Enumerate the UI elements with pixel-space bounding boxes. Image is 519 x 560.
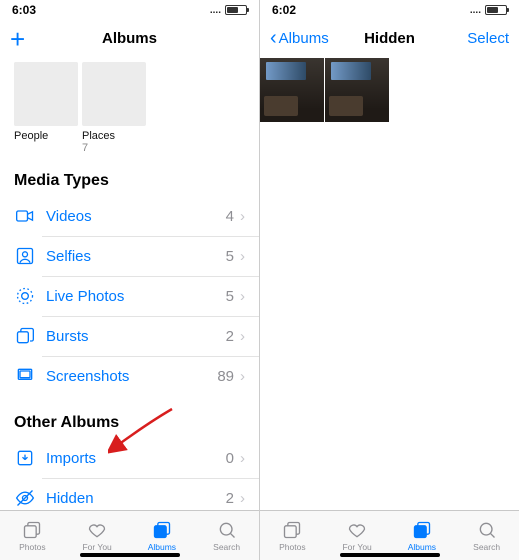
row-hidden[interactable]: Hidden 2 › <box>0 478 259 510</box>
tab-photos[interactable]: Photos <box>0 511 65 560</box>
home-indicator <box>340 553 440 557</box>
status-bar: 6:03 .... <box>0 0 259 20</box>
row-count: 4 <box>226 208 234 225</box>
tab-search[interactable]: Search <box>454 511 519 560</box>
nav-title: Hidden <box>330 30 449 47</box>
row-label: Imports <box>46 450 226 467</box>
row-selfies[interactable]: Selfies 5 › <box>0 236 259 276</box>
battery-icon <box>485 5 507 15</box>
tab-label: Photos <box>19 542 45 552</box>
tab-photos[interactable]: Photos <box>260 511 325 560</box>
row-label: Selfies <box>46 248 226 265</box>
tab-label: Search <box>213 542 240 552</box>
row-screenshots[interactable]: Screenshots 89 › <box>0 356 259 396</box>
screenshots-icon <box>14 365 36 387</box>
chevron-right-icon: › <box>240 450 245 467</box>
chevron-left-icon: ‹ <box>270 27 277 50</box>
phone-right: 6:02 .... ‹ Albums Hidden Select <box>260 0 519 560</box>
selfie-icon <box>14 245 36 267</box>
row-count: 5 <box>226 288 234 305</box>
album-count: 7 <box>82 142 146 154</box>
phone-left: 6:03 .... + Albums People Places 7 <box>0 0 260 560</box>
chevron-right-icon: › <box>240 328 245 345</box>
nav-title: Albums <box>70 30 189 47</box>
tab-label: Albums <box>408 542 436 552</box>
status-time: 6:03 <box>12 3 36 17</box>
section-media-types: Media Types <box>0 154 259 196</box>
row-label: Videos <box>46 208 226 225</box>
status-bar: 6:02 .... <box>260 0 519 20</box>
select-button[interactable]: Select <box>467 30 509 47</box>
status-right: .... <box>470 5 507 16</box>
video-icon <box>14 205 36 227</box>
tab-label: Photos <box>279 542 305 552</box>
chevron-right-icon: › <box>240 490 245 507</box>
row-count: 2 <box>226 328 234 345</box>
tab-label: Search <box>473 542 500 552</box>
battery-icon <box>225 5 247 15</box>
live-photo-icon <box>14 285 36 307</box>
add-button[interactable]: + <box>10 26 25 52</box>
row-count: 89 <box>217 368 234 385</box>
back-button[interactable]: ‹ Albums <box>270 27 329 50</box>
row-count: 0 <box>226 450 234 467</box>
chevron-right-icon: › <box>240 368 245 385</box>
row-bursts[interactable]: Bursts 2 › <box>0 316 259 356</box>
content-area <box>260 58 519 510</box>
row-count: 5 <box>226 248 234 265</box>
row-videos[interactable]: Videos 4 › <box>0 196 259 236</box>
row-count: 2 <box>226 490 234 507</box>
tab-label: Albums <box>148 542 176 552</box>
row-label: Hidden <box>46 490 226 507</box>
album-label: People <box>14 130 78 142</box>
row-label: Screenshots <box>46 368 217 385</box>
section-other-albums: Other Albums <box>0 396 259 438</box>
row-label: Live Photos <box>46 288 226 305</box>
photo-thumbnail[interactable] <box>325 58 389 122</box>
tab-label: For You <box>82 542 111 552</box>
imports-icon <box>14 447 36 469</box>
album-card-places[interactable]: Places 7 <box>82 62 146 154</box>
bursts-icon <box>14 325 36 347</box>
album-card-people[interactable]: People <box>14 62 78 154</box>
chevron-right-icon: › <box>240 288 245 305</box>
album-label: Places <box>82 130 146 142</box>
nav-bar: + Albums <box>0 20 259 58</box>
hidden-icon <box>14 487 36 509</box>
back-label: Albums <box>279 30 329 47</box>
row-label: Bursts <box>46 328 226 345</box>
photo-grid <box>260 58 519 123</box>
row-live-photos[interactable]: Live Photos 5 › <box>0 276 259 316</box>
tab-search[interactable]: Search <box>194 511 259 560</box>
tab-label: For You <box>342 542 371 552</box>
row-imports[interactable]: Imports 0 › <box>0 438 259 478</box>
nav-bar: ‹ Albums Hidden Select <box>260 20 519 58</box>
home-indicator <box>80 553 180 557</box>
content-area: People Places 7 Media Types Videos 4 › S… <box>0 58 259 510</box>
status-right: .... <box>210 5 247 16</box>
chevron-right-icon: › <box>240 208 245 225</box>
photo-thumbnail[interactable] <box>260 58 324 122</box>
status-time: 6:02 <box>272 3 296 17</box>
chevron-right-icon: › <box>240 248 245 265</box>
